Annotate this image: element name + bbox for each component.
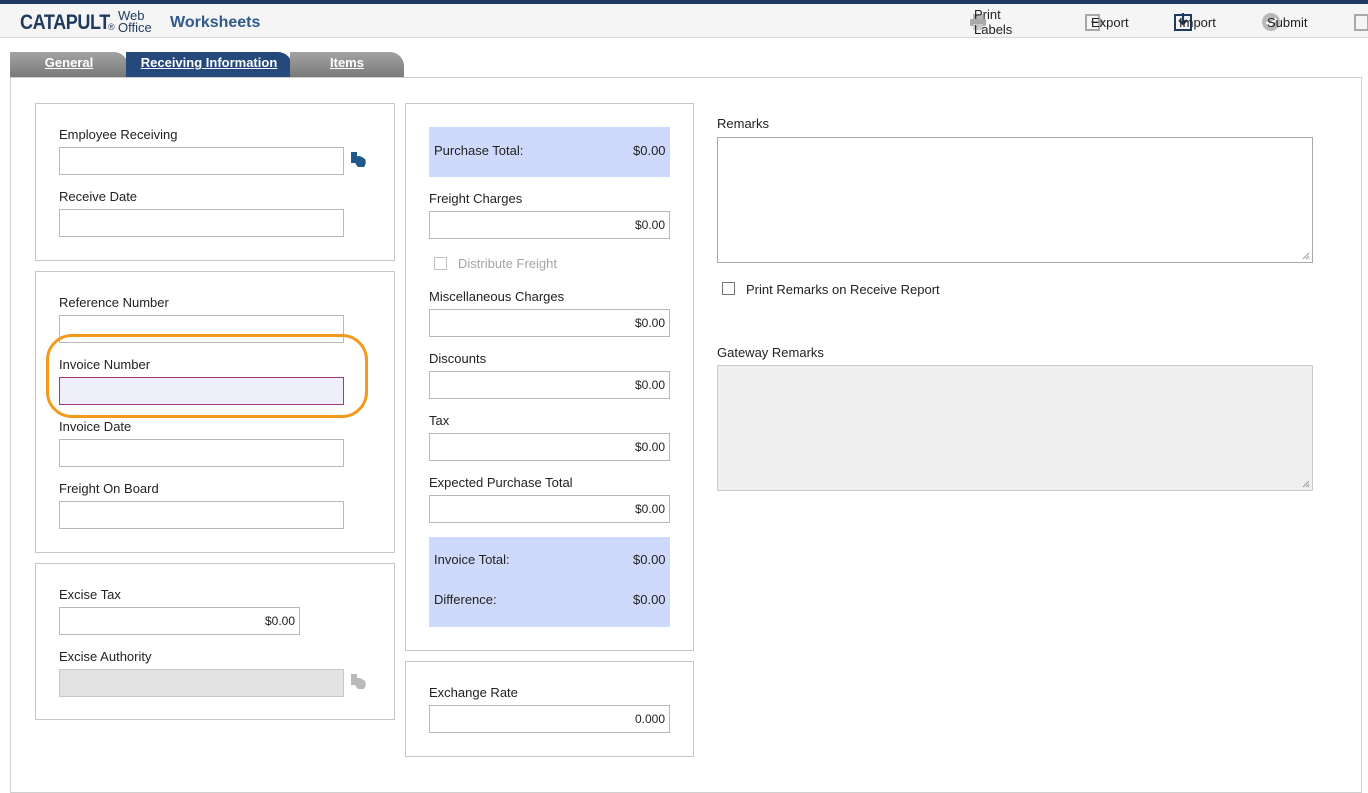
logo-main-text: CATAPULT [20, 11, 110, 34]
invoice-date-label: Invoice Date [59, 419, 132, 434]
tax-label: Tax [429, 413, 450, 428]
remarks-textarea[interactable] [717, 137, 1313, 263]
resize-grip-icon[interactable] [1302, 252, 1310, 260]
remarks-label: Remarks [717, 116, 770, 131]
excise-authority-lookup-hand-icon[interactable] [350, 673, 368, 691]
reference-number-input[interactable] [59, 315, 344, 343]
gateway-remarks-textarea [717, 365, 1313, 491]
purchase-total-label: Purchase Total: [434, 143, 524, 158]
export-button[interactable]: Export [1085, 12, 1129, 32]
receive-date-input[interactable] [59, 209, 344, 237]
excise-tax-input[interactable]: $0.00 [59, 607, 300, 635]
export-label: Export [1091, 14, 1129, 30]
employee-lookup-hand-icon[interactable] [350, 151, 368, 169]
tab-general[interactable]: General [10, 52, 128, 77]
resize-grip-icon [1302, 480, 1310, 488]
print-remarks-checkbox[interactable] [722, 282, 735, 295]
employee-receiving-input[interactable] [59, 147, 344, 175]
discounts-input[interactable]: $0.00 [429, 371, 670, 399]
freight-charges-input[interactable]: $0.00 [429, 211, 670, 239]
employee-receiving-label: Employee Receiving [59, 127, 178, 142]
invoice-total-box [429, 537, 670, 627]
invoice-date-input[interactable] [59, 439, 344, 467]
logo-registered-mark: ® [108, 22, 115, 32]
tax-input[interactable]: $0.00 [429, 433, 670, 461]
excise-tax-label: Excise Tax [59, 587, 121, 602]
import-button[interactable]: Import [1173, 12, 1216, 32]
discounts-label: Discounts [429, 351, 487, 366]
misc-charges-input[interactable]: $0.00 [429, 309, 670, 337]
distribute-freight-label: Distribute Freight [458, 256, 557, 271]
import-label: Import [1179, 14, 1216, 30]
invoice-total-value: $0.00 [633, 552, 666, 567]
expected-purchase-total-label: Expected Purchase Total [429, 475, 573, 490]
app-header: CATAPULT ® Web Office Worksheets Print L… [0, 4, 1368, 38]
logo-office-text: Office [118, 20, 152, 35]
invoice-number-label: Invoice Number [59, 357, 151, 372]
misc-charges-label: Miscellaneous Charges [429, 289, 565, 304]
reference-number-label: Reference Number [59, 295, 169, 310]
invoice-number-input[interactable] [59, 377, 344, 405]
print-remarks-label: Print Remarks on Receive Report [746, 282, 940, 297]
tab-receiving-information[interactable]: Receiving Information [126, 52, 292, 77]
distribute-freight-checkbox[interactable] [434, 257, 447, 270]
freight-on-board-input[interactable] [59, 501, 344, 529]
tab-items[interactable]: Items [290, 52, 404, 77]
overflow-toolbar-button[interactable] [1353, 12, 1368, 32]
submit-label: Submit [1267, 14, 1308, 30]
page-icon [1354, 14, 1368, 31]
gateway-remarks-label: Gateway Remarks [717, 345, 824, 360]
difference-value: $0.00 [633, 592, 666, 607]
excise-authority-label: Excise Authority [59, 649, 152, 664]
print-labels-label: Print Labels [974, 7, 1013, 37]
expected-purchase-total-input[interactable]: $0.00 [429, 495, 670, 523]
difference-label: Difference: [434, 592, 497, 607]
module-title: Worksheets [170, 14, 261, 31]
submit-button[interactable]: Submit [1261, 12, 1307, 32]
receive-date-label: Receive Date [59, 189, 138, 204]
freight-on-board-label: Freight On Board [59, 481, 159, 496]
invoice-total-label: Invoice Total: [434, 552, 510, 567]
print-labels-button[interactable]: Print Labels [968, 7, 1012, 37]
excise-authority-input[interactable] [59, 669, 344, 697]
exchange-rate-label: Exchange Rate [429, 685, 518, 700]
exchange-rate-input[interactable]: 0.000 [429, 705, 670, 733]
freight-charges-label: Freight Charges [429, 191, 523, 206]
purchase-total-value: $0.00 [633, 143, 666, 158]
